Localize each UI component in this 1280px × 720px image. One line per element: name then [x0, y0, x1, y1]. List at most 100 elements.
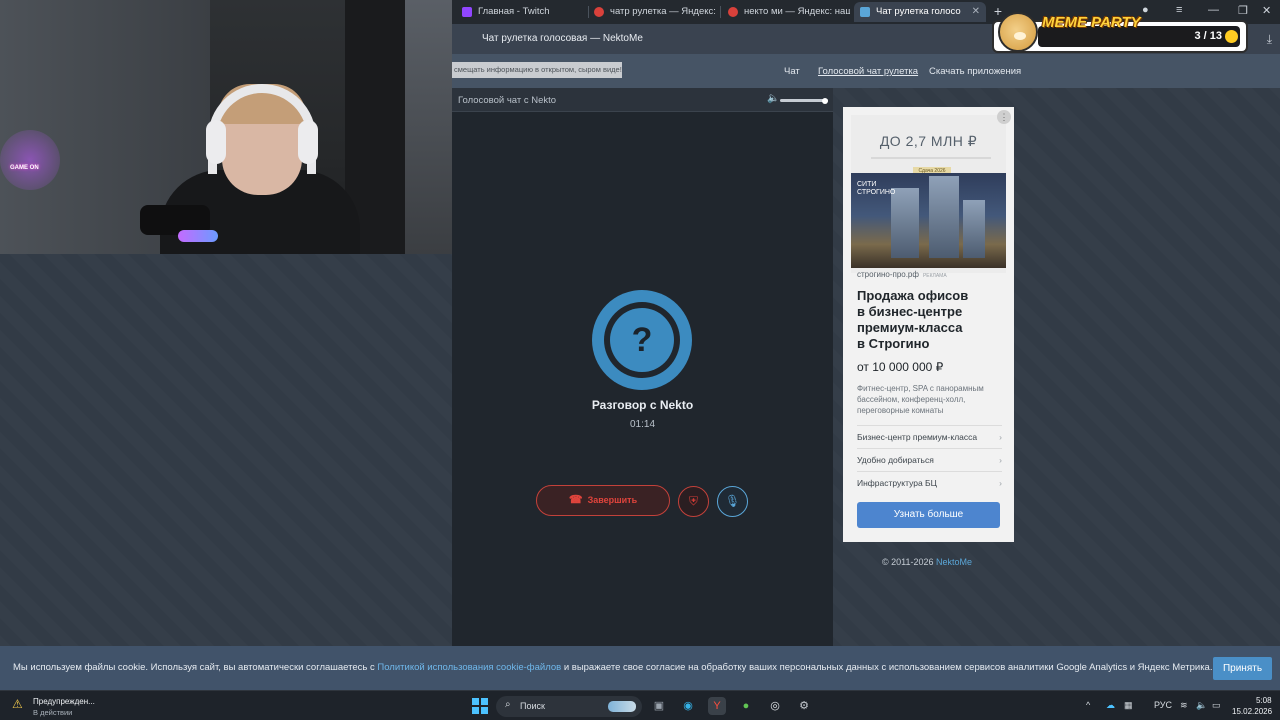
- chat-header-title: Голосовой чат с Nekto: [458, 95, 557, 106]
- tab-yandex-search-2[interactable]: некто ми — Яндекс: нашл: [722, 2, 850, 22]
- end-call-label: Завершить: [587, 495, 638, 505]
- advertisement[interactable]: ДО 2,7 МЛН ₽ Сдача 2026 СИТИ СТРОГИНО ⋮ …: [843, 107, 1014, 542]
- building-tower: [963, 200, 985, 258]
- yandex-icon: [594, 7, 604, 17]
- taskbar: ⚠ Предупрежден... В действии ⌕ Поиск ▣ ◉…: [0, 690, 1280, 720]
- battery-icon[interactable]: ▭: [1212, 700, 1221, 711]
- yandex-icon: [728, 7, 738, 17]
- ad-banner-headline: ДО 2,7 МЛН ₽: [879, 133, 978, 149]
- ad-options-icon[interactable]: ⋮: [997, 110, 1011, 124]
- neon-glow: [0, 130, 60, 190]
- nekto-icon: [860, 7, 870, 17]
- microphone-icon: 🎙: [724, 494, 741, 508]
- taskbar-search[interactable]: ⌕ Поиск: [496, 696, 642, 717]
- search-icon: ⌕: [505, 699, 511, 710]
- game-icon[interactable]: ●: [737, 697, 755, 715]
- partner-name: Разговор с Nekto: [591, 398, 694, 412]
- ad-title[interactable]: Продажа офисов в бизнес-центре премиум-к…: [857, 288, 1007, 352]
- warning-icon[interactable]: ⚠: [12, 697, 26, 711]
- tab-label: некто ми — Яндекс: нашл: [744, 6, 850, 17]
- speaker-icon[interactable]: 🔈: [1196, 700, 1207, 711]
- language-indicator[interactable]: РУС: [1154, 700, 1172, 710]
- task-view-icon[interactable]: ▣: [650, 697, 668, 715]
- restore-icon[interactable]: ❐: [1238, 4, 1248, 17]
- ad-domain[interactable]: строгино-про.рф РЕКЛАМА: [857, 270, 947, 279]
- tray-app-icon[interactable]: ▦: [1124, 700, 1133, 711]
- report-button[interactable]: ⛨: [678, 486, 709, 517]
- meme-counter: 3 / 13: [1194, 30, 1222, 42]
- tab-label: Главная - Twitch: [478, 6, 550, 17]
- ad-label: РЕКЛАМА: [922, 273, 947, 279]
- download-icon[interactable]: ⤓: [1267, 32, 1272, 47]
- cloud-icon[interactable]: ☁: [1106, 700, 1115, 711]
- warning-subtitle: В действии: [33, 708, 73, 717]
- close-icon[interactable]: ✕: [972, 2, 980, 22]
- building-tower: [929, 176, 959, 258]
- copyright-text: © 2011-2026: [882, 557, 937, 567]
- webcam-feed: GAME ON: [0, 0, 452, 254]
- volume-slider[interactable]: [780, 97, 828, 104]
- minimize-icon[interactable]: —: [1208, 4, 1219, 16]
- warning-title[interactable]: Предупрежден...: [33, 697, 95, 706]
- avatar-inner-ring: ?: [604, 302, 680, 378]
- shield-icon: ⛨: [688, 494, 698, 508]
- ad-building-photo: СИТИ СТРОГИНО: [851, 173, 1006, 268]
- ad-link-infrastructure[interactable]: Инфраструктура БЦ ›: [857, 471, 1002, 493]
- obs-icon[interactable]: ◎: [766, 697, 784, 715]
- windows-start-icon[interactable]: [472, 698, 488, 714]
- clock-time[interactable]: 5:08: [1256, 696, 1272, 705]
- twitch-icon: [462, 7, 472, 17]
- volume-slider-handle[interactable]: [822, 97, 828, 104]
- brand-link[interactable]: NektoMe: [936, 557, 972, 567]
- volume-icon[interactable]: 🔈: [767, 93, 779, 104]
- menu-icon[interactable]: ≡: [1176, 4, 1182, 16]
- meme-party-logo: MEME PARTY: [1042, 14, 1141, 31]
- cookie-policy-link[interactable]: Политикой использования cookie-файлов: [377, 662, 561, 673]
- clock-date[interactable]: 15.02.2026: [1232, 707, 1272, 716]
- ad-divider: [871, 157, 991, 159]
- call-timer: 01:14: [629, 419, 656, 430]
- settings-icon[interactable]: ⚙: [795, 697, 813, 715]
- ad-learn-more-button[interactable]: Узнать больше: [857, 502, 1000, 528]
- tab-yandex-search-1[interactable]: чатр рулетка — Яндекс: н: [588, 2, 716, 22]
- meme-party-overlay: MEME PARTY 3 / 13: [992, 12, 1248, 53]
- partner-avatar: ?: [592, 290, 692, 390]
- page-title: Чат рулетка голосовая — NektoMe: [482, 33, 643, 44]
- notice-chip: смещать информацию в открытом, сыром вид…: [452, 62, 622, 78]
- end-call-button[interactable]: ☎ Завершить: [536, 485, 670, 516]
- edge-icon[interactable]: ◉: [679, 697, 697, 715]
- tab-label: Чат рулетка голосо: [876, 6, 961, 17]
- chevron-right-icon: ›: [999, 432, 1002, 442]
- coin-icon: [1225, 30, 1238, 43]
- tab-twitch[interactable]: Главная - Twitch: [456, 2, 588, 22]
- cookie-text: Мы используем файлы cookie. Используя са…: [13, 662, 1212, 673]
- ad-description: Фитнес-центр, SPA с панорамным бассейном…: [857, 384, 984, 415]
- yandex-browser-icon[interactable]: Y: [708, 697, 726, 715]
- voice-chat-panel: Голосовой чат с Nekto 🔈 ? Разговор с Nek…: [452, 88, 833, 646]
- profile-icon[interactable]: ●: [1142, 4, 1149, 16]
- microphone-button[interactable]: 🎙: [717, 486, 748, 517]
- cookie-text-before: Мы используем файлы cookie. Используя са…: [13, 662, 378, 673]
- site-navigation: смещать информацию в открытом, сыром вид…: [452, 54, 1280, 88]
- ad-banner[interactable]: ДО 2,7 МЛН ₽ Сдача 2026 СИТИ СТРОГИНО: [851, 115, 1006, 273]
- ad-domain-text: строгино-про.рф: [857, 270, 919, 279]
- cookie-banner: Мы используем файлы cookie. Используя са…: [0, 646, 1280, 690]
- ad-link-access[interactable]: Удобно добираться ›: [857, 448, 1002, 470]
- close-window-icon[interactable]: ✕: [1262, 4, 1271, 17]
- tray-expand-icon[interactable]: ^: [1086, 700, 1090, 710]
- search-label: Поиск: [520, 701, 545, 711]
- tab-nekto-active[interactable]: Чат рулетка голосо ✕: [854, 2, 986, 22]
- accept-cookies-button[interactable]: Принять: [1213, 657, 1272, 680]
- nav-link-voice-chat[interactable]: Голосовой чат рулетка: [818, 66, 918, 77]
- chevron-right-icon: ›: [999, 478, 1002, 488]
- tab-label: чатр рулетка — Яндекс: н: [610, 6, 716, 17]
- neon-sign: GAME ON: [10, 165, 39, 171]
- nav-link-download-apps[interactable]: Скачать приложения: [929, 66, 1021, 77]
- ad-price: от 10 000 000 ₽: [857, 360, 944, 374]
- headset-earcup-right: [298, 120, 318, 164]
- cookie-text-after: и выражаете свое согласие на обработку в…: [561, 662, 1213, 673]
- nav-link-chat[interactable]: Чат: [784, 66, 800, 77]
- room-window: [405, 0, 452, 254]
- ad-link-premium[interactable]: Бизнес-центр премиум-класса ›: [857, 425, 1002, 447]
- wifi-icon[interactable]: ≋: [1180, 700, 1188, 711]
